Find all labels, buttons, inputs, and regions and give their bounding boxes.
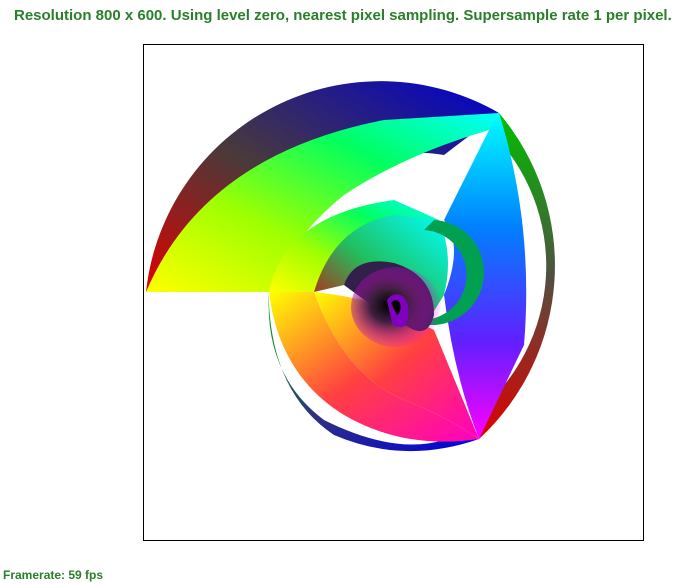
resolution-info: Resolution 800 x 600. Using level zero, … xyxy=(14,7,672,24)
render-viewport[interactable] xyxy=(143,44,644,541)
framerate-info: Framerate: 59 fps xyxy=(3,568,104,582)
spiral-render xyxy=(146,81,555,452)
